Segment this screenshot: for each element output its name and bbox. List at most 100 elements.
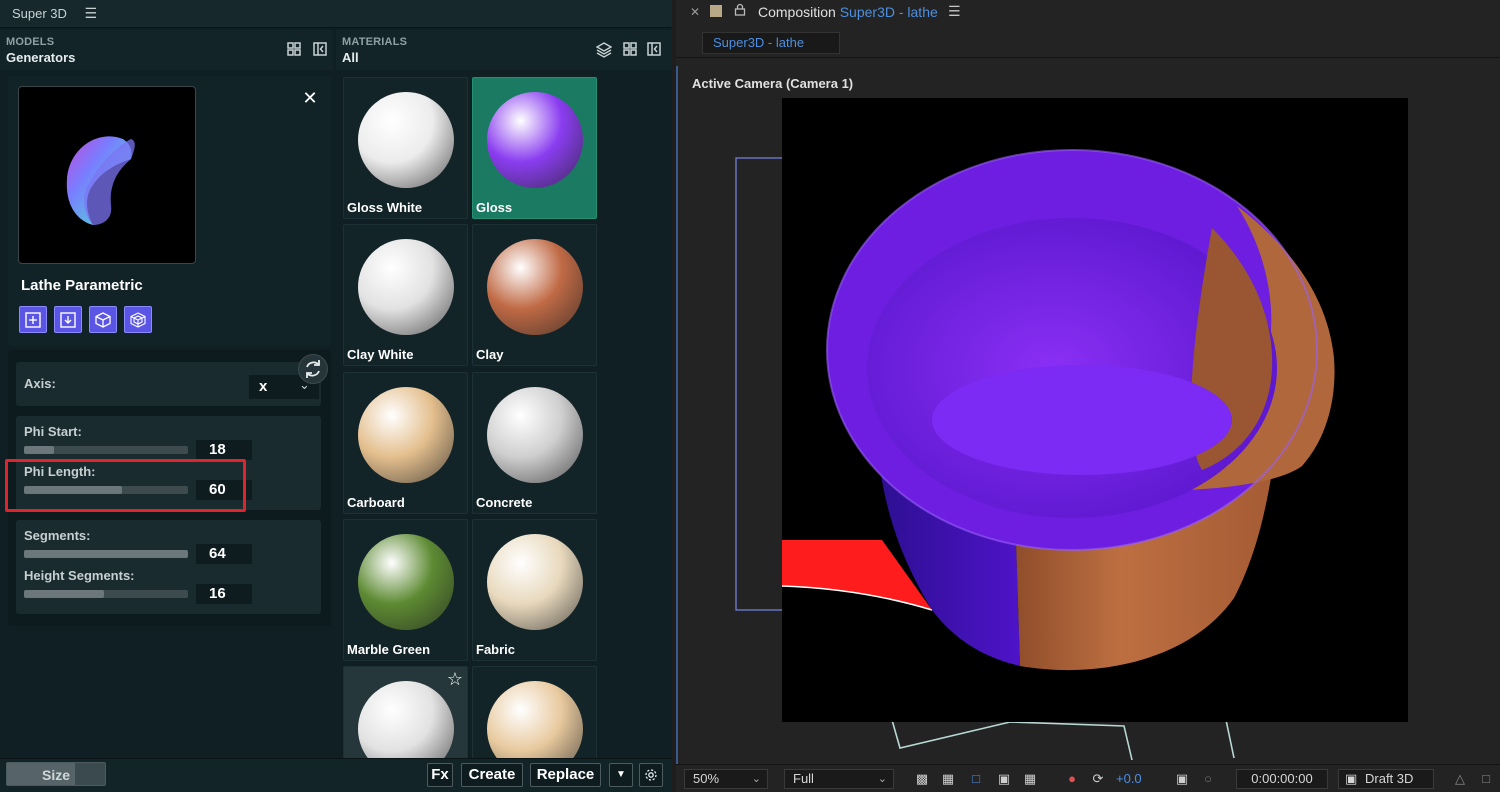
axis-section: Axis: x ⌄ <box>16 362 321 406</box>
materials-grid: Gloss White Gloss Clay White Clay Carboa… <box>338 70 672 758</box>
collapse-panel-icon[interactable] <box>312 42 328 58</box>
replace-button[interactable]: Replace <box>530 763 601 787</box>
camera-wireframe-right <box>1225 719 1235 759</box>
fast-preview-icon[interactable]: ▩ <box>914 772 930 787</box>
models-section-value[interactable]: Generators <box>6 50 75 65</box>
axis-value: x <box>259 378 268 395</box>
fx-button[interactable]: Fx <box>427 763 453 787</box>
resolution-dropdown[interactable]: Full ⌄ <box>784 769 894 789</box>
phi-start-slider[interactable] <box>24 446 188 454</box>
material-name: Clay <box>476 347 504 362</box>
box-model-button[interactable] <box>89 306 117 333</box>
size-label: Size <box>42 767 71 783</box>
material-tile[interactable]: Gloss White <box>343 77 468 219</box>
material-name: Fabric <box>476 642 516 657</box>
phi-start-slider-fill <box>24 446 54 454</box>
mask-path-icon[interactable]: □ <box>968 772 984 787</box>
lock-icon[interactable] <box>734 3 746 19</box>
material-tile[interactable]: Carboard <box>343 372 468 514</box>
height-segments-value[interactable]: 16 <box>196 584 252 604</box>
renderer-label: Draft 3D <box>1365 771 1414 786</box>
show-snapshot-icon[interactable]: ○ <box>1200 772 1216 787</box>
material-tile[interactable]: Marble Green <box>343 519 468 661</box>
cube-icon <box>95 312 111 328</box>
guides-icon[interactable]: ▦ <box>1022 772 1038 787</box>
renderer-toggle[interactable]: ▣ Draft 3D <box>1338 769 1434 789</box>
materials-section-label: MATERIALS <box>342 36 408 48</box>
size-slider[interactable]: Size <box>6 762 106 786</box>
height-segments-slider[interactable] <box>24 590 188 598</box>
plus-square-icon <box>25 312 41 328</box>
mesh-cube-icon <box>130 312 146 328</box>
close-icon[interactable]: ✕ <box>302 89 318 107</box>
material-name: Marble Green <box>347 642 431 657</box>
create-button[interactable]: Create <box>461 763 523 787</box>
snapshot-camera-icon[interactable]: ▣ <box>1174 772 1190 787</box>
composition-title: Composition Super3D - lathe <box>758 4 938 20</box>
composition-name: Super3D - lathe <box>839 4 938 20</box>
material-tile[interactable]: Clay <box>472 224 597 366</box>
add-model-button[interactable] <box>19 306 47 333</box>
label-color-swatch <box>710 5 722 17</box>
segments-slider[interactable] <box>24 550 188 558</box>
exposure-reset-icon[interactable]: ⟳ <box>1090 772 1106 787</box>
exposure-value[interactable]: +0.0 <box>1116 771 1142 786</box>
materials-header: MATERIALS All <box>336 30 672 70</box>
panel-title: Super 3D <box>12 6 67 21</box>
grid-view-icon[interactable] <box>622 42 638 58</box>
material-name: Clay White <box>347 347 414 362</box>
material-tile[interactable]: Concrete <box>472 372 597 514</box>
replace-options-dropdown[interactable]: ▼ <box>609 763 633 787</box>
current-time[interactable]: 0:00:00:00 <box>1236 769 1328 789</box>
composition-viewer[interactable]: Active Camera (Camera 1) <box>676 66 1500 764</box>
zoom-dropdown[interactable]: 50% ⌄ <box>684 769 768 789</box>
grid-view-icon[interactable] <box>286 42 302 58</box>
extended-viewer-icon[interactable]: □ <box>1478 772 1494 787</box>
refresh-icon <box>306 360 320 378</box>
caret-down-icon: ▼ <box>616 769 626 780</box>
star-icon[interactable]: ☆ <box>447 669 463 690</box>
material-sphere <box>358 387 454 483</box>
region-of-interest-icon[interactable]: ▣ <box>996 772 1012 787</box>
model-preview[interactable] <box>18 86 196 264</box>
material-sphere <box>487 534 583 630</box>
material-tile[interactable]: Clay White <box>343 224 468 366</box>
plugin-bottom-bar: Size Fx Create Replace ▼ <box>0 758 672 792</box>
reset-params-button[interactable] <box>298 354 328 384</box>
material-tile[interactable]: Gloss <box>472 77 597 219</box>
hamburger-menu-icon[interactable]: ☰ <box>948 3 961 20</box>
material-sphere <box>358 92 454 188</box>
materials-section-value[interactable]: All <box>342 50 359 65</box>
super3d-panel: Super 3D ☰ MODELS Generators MATERIALS A… <box>0 0 672 792</box>
download-model-button[interactable] <box>54 306 82 333</box>
composition-prefix: Composition <box>758 4 836 20</box>
material-sphere <box>358 681 454 758</box>
close-icon[interactable]: ✕ <box>690 5 700 19</box>
mesh-model-button[interactable] <box>124 306 152 333</box>
material-sphere <box>358 239 454 335</box>
resolution-value: Full <box>793 771 814 786</box>
collapse-panel-icon[interactable] <box>646 42 662 58</box>
tab-super3d-lathe[interactable]: Super3D - lathe <box>702 32 840 54</box>
lathe-preview-shape <box>66 136 135 225</box>
segments-slider-fill <box>24 550 188 558</box>
hamburger-menu-icon[interactable]: ☰ <box>85 5 98 21</box>
phi-start-value[interactable]: 18 <box>196 440 252 460</box>
material-name: Concrete <box>476 495 533 510</box>
segments-label: Segments: <box>24 528 91 543</box>
transparency-grid-icon[interactable]: ▦ <box>940 772 956 787</box>
color-channels-icon[interactable]: ● <box>1064 772 1080 787</box>
render-canvas[interactable] <box>782 98 1408 722</box>
material-tile[interactable] <box>472 666 597 758</box>
material-tile[interactable]: Fabric <box>472 519 597 661</box>
phi-start-label: Phi Start: <box>24 424 82 439</box>
phi-length-highlight <box>5 459 246 512</box>
segments-value[interactable]: 64 <box>196 544 252 564</box>
material-tile[interactable]: ☆ <box>343 666 468 758</box>
download-icon <box>60 312 76 328</box>
layers-icon[interactable] <box>595 42 613 58</box>
models-header: MODELS Generators <box>0 30 333 70</box>
height-segments-slider-fill <box>24 590 105 598</box>
3d-ground-plane-icon[interactable]: △ <box>1452 772 1468 787</box>
settings-button[interactable] <box>639 763 663 787</box>
